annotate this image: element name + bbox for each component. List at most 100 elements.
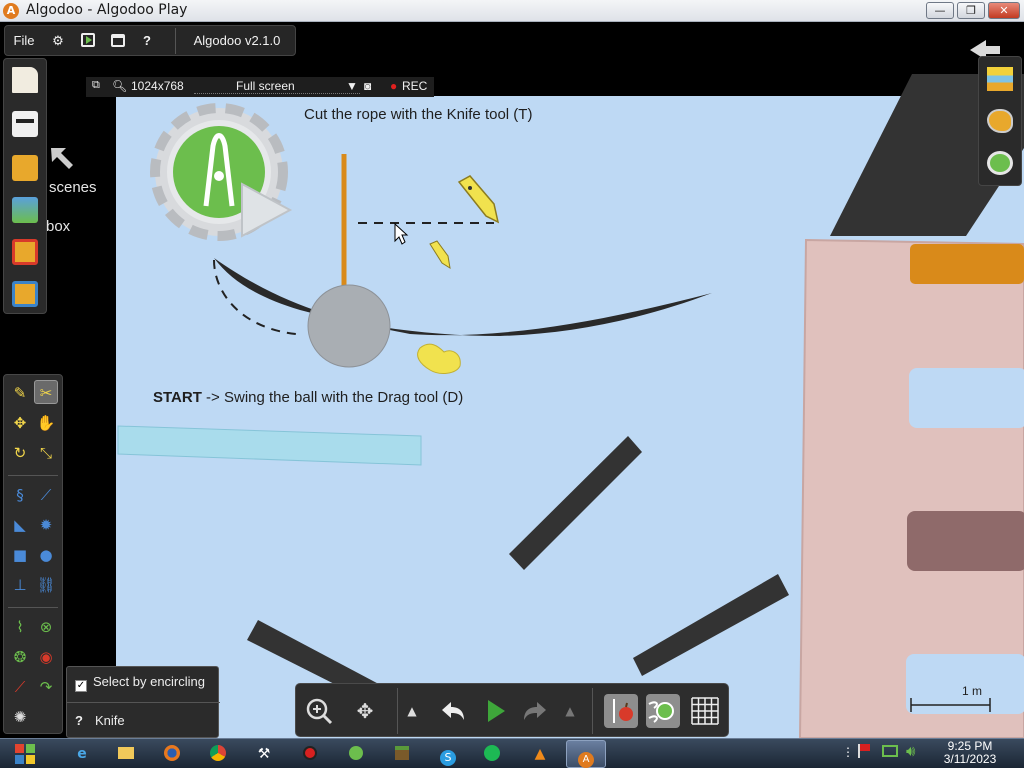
rec-button[interactable]: REC [402,79,427,93]
spiral-icon[interactable]: ✺ [8,705,32,729]
tools-divider-2 [8,607,58,608]
box-folder-icon[interactable] [12,281,38,307]
air-friction-toggle-icon[interactable] [646,694,680,728]
simulation-canvas[interactable]: Cut the rope with the Knife tool (T) STA… [0,22,1024,738]
scale-tool-icon[interactable]: ⤡ [34,441,58,465]
zoom-icon[interactable] [302,694,336,728]
gear-tool-icon[interactable]: ✹ [34,513,58,537]
calculator-app-icon[interactable] [336,740,376,768]
help-button[interactable]: ? [137,26,157,56]
vlc-icon[interactable]: ▲ [520,740,560,768]
record-app-icon[interactable] [290,740,330,768]
knife-tool-name: Knife [94,713,125,728]
knife-help-row[interactable]: ? Knife [75,710,125,732]
version-label[interactable]: Algodoo v2.1.0 [185,26,289,56]
maximize-button[interactable]: ❐ [957,2,985,19]
settings-gear-icon[interactable]: ⚙ [47,26,69,56]
palette-icon[interactable] [987,109,1013,133]
new-scene-icon[interactable] [12,67,38,93]
windows-taskbar: e ⚒ S ▲ A ⋮ 🔊︎ 9:25 PM 3/11/2023 [0,738,1024,768]
skype-icon[interactable]: S [428,740,468,768]
tools-app-icon[interactable]: ⚒ [244,740,284,768]
drag-hand-icon [417,343,461,374]
move-tool-icon[interactable]: ✥ [8,411,32,435]
window-title: Algodoo - Algodoo Play [26,2,188,18]
taskbar-clock[interactable]: 9:25 PM 3/11/2023 [932,740,1008,766]
clock-date: 3/11/2023 [943,752,997,766]
action-center-flag-icon[interactable] [858,744,870,758]
tracer-icon[interactable]: ◉ [34,645,58,669]
window-icon[interactable] [107,26,129,56]
dark-plank-2[interactable] [633,574,789,676]
building[interactable] [798,238,1024,738]
dark-plank-1[interactable] [509,436,642,570]
volume-icon[interactable]: 🔊︎ [906,742,915,760]
rotate-tool-icon[interactable]: ↻ [8,441,32,465]
spring-joint-icon[interactable]: ⌇ [8,615,32,639]
restore-icon[interactable]: ⧉ [92,79,100,92]
box-tool-icon[interactable]: ■ [8,543,32,567]
start-button[interactable] [5,740,45,768]
sidebar-scenes-label[interactable]: scenes [49,179,97,196]
thruster-icon[interactable]: ↷ [34,675,58,699]
tray-overflow-icon[interactable]: ⋮ [842,745,854,759]
plane-tool-icon[interactable]: ⊥ [8,573,32,597]
camera-icon[interactable]: ◙ [364,79,371,93]
chrome-icon[interactable] [198,740,238,768]
resolution-label[interactable]: 1024x768 [131,79,184,93]
zoom-icon[interactable]: 🔍︎ [112,79,127,93]
open-folder-icon[interactable] [12,155,38,181]
file-explorer-icon[interactable] [106,740,146,768]
pan-move-icon[interactable]: ✥ [348,694,382,728]
glass-plank[interactable] [117,425,422,466]
spotify-icon[interactable] [472,740,512,768]
menu-file[interactable]: File [9,26,39,56]
circle-tool-icon[interactable]: ● [34,543,58,567]
visualization-icon[interactable] [987,151,1013,175]
close-button[interactable]: ✕ [988,2,1020,19]
instruction-knife: Cut the rope with the Knife tool (T) [304,106,533,123]
fixate-icon[interactable]: ⊗ [34,615,58,639]
chain-tool-icon[interactable]: ⛓ [34,573,58,597]
recording-bar: ⧉ 🔍︎ 1024x768 Full screen ▼ ◙ ● REC [86,77,434,97]
toolbar-separator-2 [592,688,593,734]
undo-icon[interactable] [436,694,470,728]
scenes-folder-icon[interactable] [12,197,38,223]
checkbox-checked-icon[interactable]: ✓ [75,680,87,692]
minimize-button[interactable]: — [926,2,954,19]
play-scene-icon[interactable] [77,26,99,56]
hinge-icon[interactable]: ❂ [8,645,32,669]
rope-tool-icon[interactable]: § [8,483,32,507]
network-icon[interactable] [882,745,898,757]
ball[interactable] [307,284,391,368]
internet-explorer-icon[interactable]: e [62,740,102,768]
recent-folder-icon[interactable] [12,239,38,265]
knife-icon [457,175,500,224]
algodoo-logo [150,103,293,241]
toolbox-icon[interactable] [12,111,38,137]
laser-icon[interactable]: ⟋ [8,675,32,699]
scene-drawing[interactable] [0,22,1024,738]
knife-tool-icon[interactable]: ✂ [34,380,58,404]
toolbar-separator-1 [397,688,398,734]
select-encircling-option[interactable]: ✓ Select by encircling [75,671,205,693]
minecraft-icon[interactable] [382,740,422,768]
redo-menu-arrow-icon[interactable]: ▲ [560,694,580,728]
fullscreen-dropdown[interactable]: Full screen ▼ [194,79,360,94]
window-titlebar: A Algodoo - Algodoo Play — ❐ ✕ [0,0,1024,22]
black-swing-arm[interactable] [214,258,712,336]
play-simulation-icon[interactable] [478,694,512,728]
gravity-toggle-icon[interactable] [604,694,638,728]
algodoo-taskbar-icon[interactable]: A [566,740,606,768]
background-layers-icon[interactable] [987,67,1013,91]
undo-menu-arrow-icon[interactable]: ▲ [402,694,422,728]
polygon-tool-icon[interactable]: ◣ [8,513,32,537]
sketch-tool-icon[interactable]: ✎ [8,381,32,405]
sidebar-box-label[interactable]: box [46,218,70,235]
spring-tool-icon[interactable]: ⟋ [34,483,58,507]
redo-icon[interactable] [518,694,552,728]
firefox-icon[interactable] [152,740,192,768]
start-instruction-text: -> Swing the ball with the Drag tool (D) [201,389,464,406]
grid-toggle-icon[interactable] [688,694,722,728]
drag-tool-icon[interactable]: ✋ [34,411,58,435]
